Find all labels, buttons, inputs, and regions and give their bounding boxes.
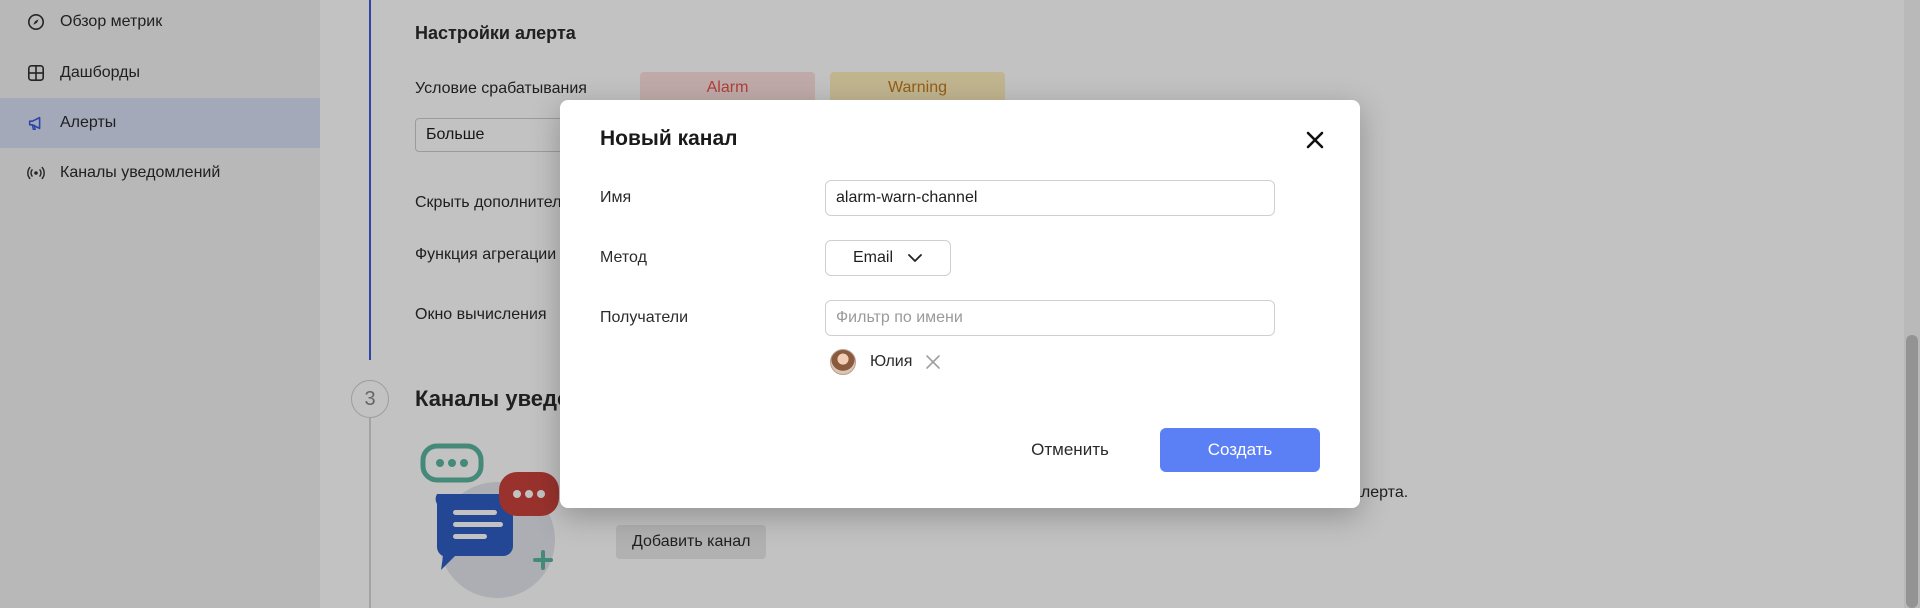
recipients-label: Получатели (600, 309, 689, 326)
recipient-name: Юлия (870, 353, 913, 370)
recipients-filter-input[interactable] (825, 300, 1275, 336)
avatar (830, 349, 856, 375)
create-button[interactable]: Создать (1160, 428, 1320, 472)
close-icon (926, 355, 941, 369)
method-select[interactable]: Email (825, 240, 951, 276)
remove-recipient-button[interactable] (924, 353, 942, 371)
dialog-title: Новый канал (600, 127, 738, 150)
method-label: Метод (600, 249, 647, 266)
close-icon (1306, 131, 1324, 149)
close-button[interactable] (1300, 125, 1330, 155)
name-label: Имя (600, 189, 632, 206)
name-input[interactable] (825, 180, 1275, 216)
cancel-button[interactable]: Отменить (1000, 428, 1140, 472)
method-select-value: Email (852, 249, 893, 266)
chevron-down-icon (908, 254, 922, 262)
new-channel-dialog: Новый канал Имя Метод Email Получатели Ю… (560, 100, 1360, 508)
recipient-chip: Юлия (830, 348, 942, 376)
